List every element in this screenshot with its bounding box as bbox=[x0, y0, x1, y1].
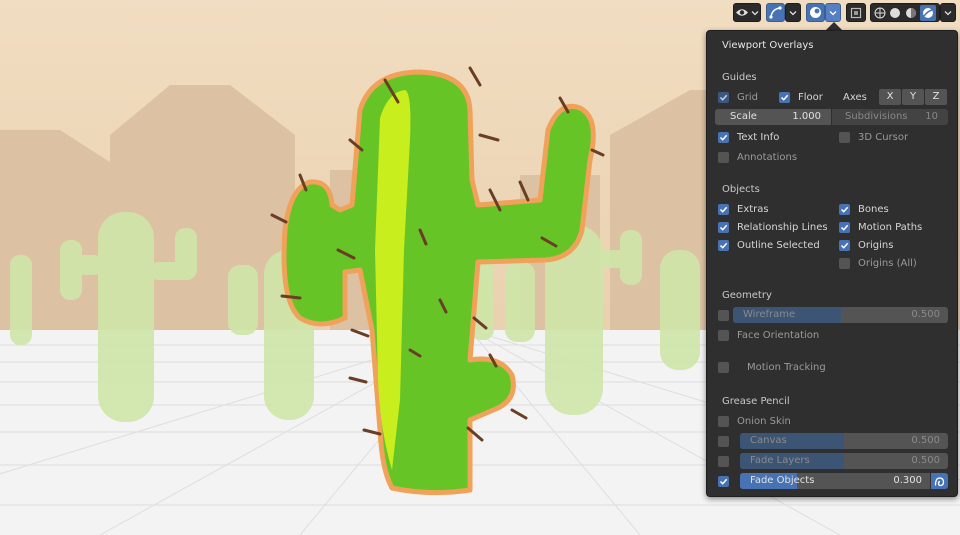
origins-all-checkbox[interactable] bbox=[839, 258, 850, 269]
wireframe-value: 0.500 bbox=[911, 309, 940, 320]
canvas-checkbox[interactable] bbox=[718, 436, 729, 447]
fade-objects-value: 0.300 bbox=[893, 475, 922, 486]
chevron-down-icon bbox=[789, 10, 797, 15]
scale-label: Scale bbox=[730, 111, 757, 122]
annotations-label: Annotations bbox=[737, 152, 798, 163]
fade-objects-checkbox[interactable] bbox=[718, 476, 729, 487]
chevron-down-icon bbox=[944, 10, 952, 15]
grease-pencil-heading: Grease Pencil bbox=[722, 396, 790, 407]
3d-cursor-checkbox[interactable] bbox=[839, 132, 850, 143]
wireframe-slider[interactable]: Wireframe 0.500 bbox=[733, 307, 948, 323]
axes-label: Axes bbox=[843, 92, 867, 103]
shading-mode-buttons[interactable] bbox=[870, 3, 940, 22]
subdivisions-label: Subdivisions bbox=[845, 111, 908, 122]
wireframe-shading-icon[interactable] bbox=[874, 7, 886, 19]
grid-checkbox[interactable] bbox=[718, 92, 729, 103]
overlays-dropdown-button[interactable] bbox=[825, 3, 841, 22]
fade-layers-slider[interactable]: Fade Layers 0.500 bbox=[740, 453, 948, 469]
popover-title: Viewport Overlays bbox=[722, 40, 814, 51]
checkmark-icon bbox=[719, 206, 728, 213]
face-orientation-label: Face Orientation bbox=[737, 330, 820, 341]
checkmark-icon bbox=[840, 224, 849, 231]
relationship-lines-checkbox[interactable] bbox=[718, 222, 729, 233]
canvas-slider[interactable]: Canvas 0.500 bbox=[740, 433, 948, 449]
extras-checkbox[interactable] bbox=[718, 204, 729, 215]
origins-all-label: Origins (All) bbox=[858, 258, 917, 269]
chevron-down-icon bbox=[751, 10, 759, 15]
bones-label: Bones bbox=[858, 204, 889, 215]
motion-tracking-checkbox[interactable] bbox=[718, 362, 729, 373]
eye-icon bbox=[736, 9, 748, 16]
fade-layers-label: Fade Layers bbox=[750, 455, 810, 466]
rendered-shading-icon bbox=[923, 7, 934, 18]
scale-field[interactable]: Scale 1.000 bbox=[715, 109, 831, 125]
xray-icon bbox=[850, 7, 862, 18]
outline-selected-checkbox[interactable] bbox=[718, 240, 729, 251]
checkmark-icon bbox=[719, 478, 728, 485]
viewport-overlays-popover: Viewport Overlays Guides Grid Floor Axes… bbox=[706, 30, 958, 497]
bones-checkbox[interactable] bbox=[839, 204, 850, 215]
scale-value: 1.000 bbox=[792, 111, 821, 122]
text-info-label: Text Info bbox=[737, 132, 780, 143]
floor-checkbox[interactable] bbox=[779, 92, 790, 103]
fade-objects-label: Fade Objects bbox=[750, 475, 815, 486]
text-info-checkbox[interactable] bbox=[718, 132, 729, 143]
fade-objects-slider[interactable]: Fade Objects 0.300 bbox=[740, 473, 930, 489]
gizmo-toggle-button[interactable] bbox=[766, 3, 785, 22]
overlays-icon bbox=[810, 7, 821, 18]
popover-arrow bbox=[826, 22, 842, 30]
checkmark-icon bbox=[719, 134, 728, 141]
axis-z-toggle[interactable]: Z bbox=[925, 89, 947, 105]
motion-paths-checkbox[interactable] bbox=[839, 222, 850, 233]
3d-cursor-label: 3D Cursor bbox=[858, 132, 909, 143]
onion-skin-label: Onion Skin bbox=[737, 416, 791, 427]
solid-shading-icon[interactable] bbox=[889, 7, 901, 19]
shading-dropdown-button[interactable] bbox=[940, 3, 956, 22]
face-orientation-checkbox[interactable] bbox=[718, 330, 729, 341]
checkmark-icon bbox=[840, 242, 849, 249]
origins-checkbox[interactable] bbox=[839, 240, 850, 251]
axis-x-toggle[interactable]: X bbox=[879, 89, 901, 105]
fade-objects-options-button[interactable] bbox=[931, 473, 948, 489]
guides-heading: Guides bbox=[722, 72, 757, 83]
onion-icon bbox=[934, 476, 945, 486]
motion-tracking-label: Motion Tracking bbox=[747, 362, 826, 373]
subdivisions-field[interactable]: Subdivisions 10 bbox=[832, 109, 948, 125]
checkmark-icon bbox=[719, 224, 728, 231]
chevron-down-icon bbox=[829, 10, 837, 15]
checkmark-icon bbox=[780, 94, 789, 101]
wireframe-checkbox[interactable] bbox=[718, 310, 729, 321]
extras-label: Extras bbox=[737, 204, 769, 215]
onion-skin-checkbox[interactable] bbox=[718, 416, 729, 427]
floor-label: Floor bbox=[798, 92, 823, 103]
geometry-heading: Geometry bbox=[722, 290, 772, 301]
subdivisions-value: 10 bbox=[925, 111, 938, 122]
checkmark-icon bbox=[719, 242, 728, 249]
axis-y-toggle[interactable]: Y bbox=[902, 89, 924, 105]
outline-selected-label: Outline Selected bbox=[737, 240, 820, 251]
checkmark-icon bbox=[719, 94, 728, 101]
overlays-toggle-button[interactable] bbox=[806, 3, 825, 22]
grid-label: Grid bbox=[737, 92, 758, 103]
xray-toggle-button[interactable] bbox=[846, 3, 866, 22]
material-shading-icon[interactable] bbox=[905, 7, 917, 19]
origins-label: Origins bbox=[858, 240, 894, 251]
visibility-button[interactable] bbox=[733, 3, 761, 22]
relationship-lines-label: Relationship Lines bbox=[737, 222, 828, 233]
motion-paths-label: Motion Paths bbox=[858, 222, 923, 233]
gizmo-icon bbox=[769, 6, 782, 19]
rendered-shading-button[interactable] bbox=[920, 4, 937, 21]
canvas-value: 0.500 bbox=[911, 435, 940, 446]
checkmark-icon bbox=[840, 206, 849, 213]
objects-heading: Objects bbox=[722, 184, 760, 195]
fade-layers-checkbox[interactable] bbox=[718, 456, 729, 467]
fade-layers-value: 0.500 bbox=[911, 455, 940, 466]
annotations-checkbox[interactable] bbox=[718, 152, 729, 163]
wireframe-label: Wireframe bbox=[743, 309, 796, 320]
gizmo-dropdown-button[interactable] bbox=[785, 3, 801, 22]
canvas-label: Canvas bbox=[750, 435, 787, 446]
